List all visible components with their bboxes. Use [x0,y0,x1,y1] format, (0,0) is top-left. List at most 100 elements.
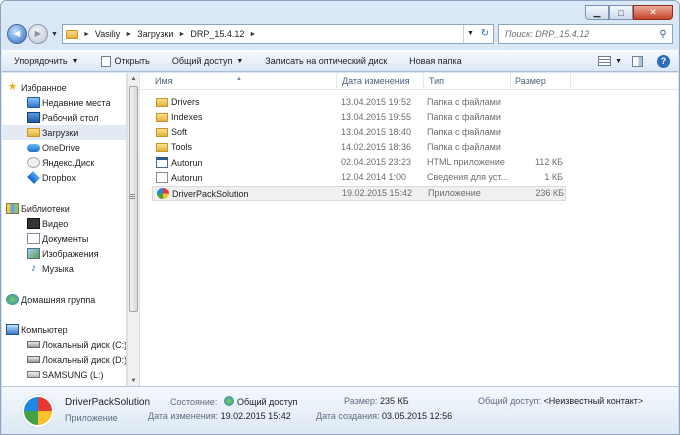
breadcrumb-vasiliy[interactable]: Vasiliy [95,29,120,39]
sidebar-item-label: Документы [42,233,89,244]
column-header-name[interactable]: Имя [155,76,173,86]
new-folder-button[interactable]: Новая папка [409,56,461,66]
sidebar-item-favorites[interactable]: ★ Избранное [2,80,126,95]
sidebar-item-onedrive[interactable]: OneDrive [2,140,126,155]
sidebar-item-computer[interactable]: Компьютер [2,322,126,337]
address-dropdown[interactable]: ▼ [462,25,477,43]
breadcrumb-chevron-icon[interactable]: ► [178,31,185,38]
maximize-button[interactable]: □ [609,5,633,20]
sidebar-item-drive-d[interactable]: Локальный диск (D:) [2,352,126,367]
sidebar-item-homegroup[interactable]: Домашняя группа [2,292,126,307]
column-divider[interactable] [336,73,337,89]
share-button[interactable]: Общий доступ ▼ [172,56,243,66]
details-file-name: DriverPackSolution [65,397,151,408]
details-state: Состояние: Общий доступ [170,396,297,407]
computer-icon [6,324,19,335]
organize-label: Упорядочить [14,56,68,66]
recent-pages-dropdown[interactable]: ▼ [51,31,58,38]
file-type: Папка с файлами [427,142,501,152]
details-pane: DriverPackSolution Приложение Состояние:… [2,386,678,434]
minimize-button[interactable]: ▁ [585,5,609,20]
share-label: Общий доступ [171,56,233,66]
details-shared-with: Общий доступ: <Неизвестный контакт> [478,396,643,406]
sidebar-item-video[interactable]: Видео [2,216,126,231]
breadcrumb-chevron-icon[interactable]: ► [83,31,90,38]
breadcrumb-downloads[interactable]: Загрузки [137,29,173,39]
state-value: Общий доступ [236,397,298,407]
sidebar-item-dropbox[interactable]: Dropbox [2,170,126,185]
sidebar-item-yandex-disk[interactable]: Яндекс.Диск [2,155,126,170]
file-row-drivers[interactable]: Drivers 13.04.2015 19:52 Папка с файлами [152,96,566,111]
column-divider[interactable] [570,73,571,89]
state-label: Состояние: [170,397,218,407]
breadcrumb-drp-folder[interactable]: DRP_15.4.12 [190,29,244,39]
forward-button[interactable]: ► [28,24,48,44]
preview-pane-icon[interactable] [632,55,643,67]
navigation-pane-scrollbar[interactable]: ▲ ▼ [127,73,139,387]
file-row-soft[interactable]: Soft 13.04.2015 18:40 Папка с файлами [152,126,566,141]
help-icon[interactable]: ? [657,54,670,68]
view-options-dropdown[interactable]: ▼ [615,58,622,65]
sidebar-item-label: Яндекс.Диск [42,157,95,168]
file-type: Сведения для уст... [427,172,509,182]
drive-icon [27,356,40,363]
navigation-bar: ◄ ► ▼ ► Vasiliy ► Загрузки ► DRP_15.4.12… [7,23,673,45]
sidebar-item-label: Избранное [21,82,67,93]
refresh-icon[interactable]: ↻ [477,25,493,43]
view-details-icon[interactable] [598,56,612,66]
column-divider[interactable] [423,73,424,89]
view-controls: ▼ ? [598,54,678,68]
column-header-type[interactable]: Тип [429,76,444,86]
new-folder-label: Новая папка [409,56,462,66]
file-row-autorun-hta[interactable]: Autorun 02.04.2015 23:23 HTML приложение… [152,156,566,171]
sidebar-item-label: Локальный диск (C:) [42,339,127,350]
breadcrumb-chevron-icon[interactable]: ► [125,31,132,38]
column-header-date[interactable]: Дата изменения [342,76,410,86]
sidebar-item-drive-c[interactable]: Локальный диск (C:) [2,337,127,352]
folder-icon [156,112,168,122]
details-created: Дата создания: 03.05.2015 12:56 [316,411,452,421]
homegroup-icon [6,294,19,305]
column-header-size[interactable]: Размер [515,76,546,86]
shared-label: Общий доступ: [478,396,541,406]
file-type: Приложение [428,188,481,198]
sidebar-item-downloads[interactable]: Загрузки [2,125,126,140]
shared-value: <Неизвестный контакт> [543,396,644,406]
sidebar-item-label: Dropbox [42,172,77,183]
back-button[interactable]: ◄ [7,24,27,44]
music-icon: ♪ [30,262,37,274]
sidebar-item-label: OneDrive [42,142,81,153]
search-icon[interactable]: ⚲ [654,29,672,40]
file-row-indexes[interactable]: Indexes 13.04.2015 19:55 Папка с файлами [152,111,566,126]
sidebar-item-label: SAMSUNG (L:) [42,369,104,380]
file-name: Tools [171,142,193,152]
sidebar-item-label: Загрузки [42,127,79,138]
file-row-driverpacksolution[interactable]: DriverPackSolution 19.02.2015 15:42 Прил… [152,186,566,201]
size-label: Размер: [344,396,378,406]
address-bar[interactable]: ► Vasiliy ► Загрузки ► DRP_15.4.12 ► ▼ ↻ [61,24,494,44]
sidebar-item-libraries[interactable]: Библиотеки [2,201,126,216]
file-size: 112 КБ [535,157,563,167]
explorer-window: ▁ □ ✕ ◄ ► ▼ ► Vasiliy ► Загрузки ► DRP_1… [0,0,680,435]
breadcrumb-chevron-icon[interactable]: ► [249,31,256,38]
sidebar-item-music[interactable]: ♪ Музыка [2,261,126,276]
sidebar-item-samsung[interactable]: SAMSUNG (L:) [2,367,126,382]
burn-disc-button[interactable]: Записать на оптический диск [265,56,387,66]
sidebar-item-recent-places[interactable]: Недавние места [2,95,126,110]
close-button[interactable]: ✕ [633,5,673,20]
sidebar-item-desktop[interactable]: Рабочий стол [2,110,126,125]
file-date: 19.02.2015 15:42 [342,188,413,198]
file-name-cell: Soft [156,127,187,137]
open-button[interactable]: Открыть [100,55,150,67]
file-type: Папка с файлами [427,97,501,107]
scroll-up-arrow-icon[interactable]: ▲ [128,73,139,85]
file-row-tools[interactable]: Tools 14.02.2015 18:36 Папка с файлами [152,141,566,156]
file-row-autorun-inf[interactable]: Autorun 12.04.2014 1:00 Сведения для уст… [152,171,566,186]
organize-button[interactable]: Упорядочить ▼ [14,56,79,66]
sidebar-item-documents[interactable]: Документы [2,231,126,246]
search-input[interactable]: Поиск: DRP_15.4.12 ⚲ [497,24,673,44]
sidebar-item-images[interactable]: Изображения [2,246,126,261]
caption-buttons: ▁ □ ✕ [585,5,673,20]
column-divider[interactable] [510,73,511,89]
app-icon [157,188,169,199]
